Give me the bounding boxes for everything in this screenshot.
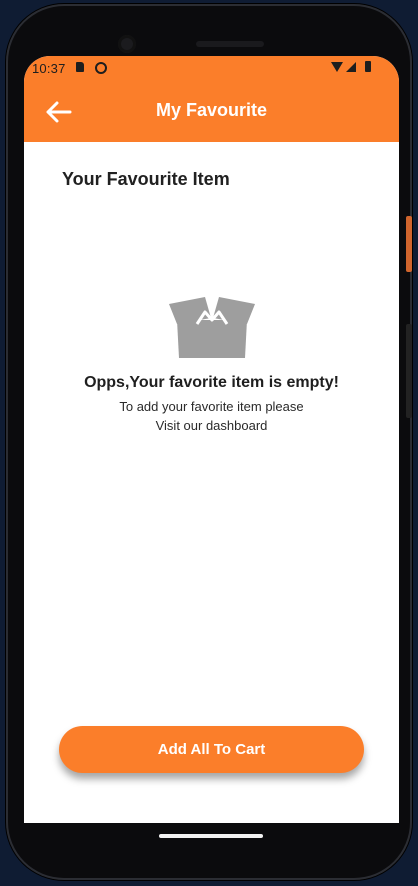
status-bar: 10:37 — [24, 56, 399, 80]
wifi-icon — [331, 62, 343, 72]
battery-icon — [365, 61, 371, 72]
empty-state-message: To add your favorite item please — [119, 399, 304, 414]
app-bar: 10:37 My Favourite — [24, 56, 399, 142]
add-all-to-cart-button[interactable]: Add All To Cart — [59, 726, 364, 773]
notification-icon — [95, 62, 107, 74]
sd-card-icon — [76, 62, 84, 72]
home-indicator[interactable] — [159, 834, 263, 838]
empty-state-title: Opps,Your favorite item is empty! — [84, 374, 339, 391]
empty-state-message-2: Visit our dashboard — [155, 418, 268, 433]
app-screen: 10:37 My Favourite Your Favourite Item O… — [24, 56, 399, 844]
signal-icon — [346, 62, 356, 72]
open-box-icon — [167, 294, 257, 364]
earpiece-speaker — [196, 41, 264, 47]
front-camera — [118, 35, 136, 53]
section-title: Your Favourite Item — [62, 169, 230, 189]
page-title: My Favourite — [155, 100, 268, 120]
volume-button — [406, 324, 412, 418]
power-button — [406, 216, 412, 272]
status-time: 10:37 — [32, 61, 66, 76]
